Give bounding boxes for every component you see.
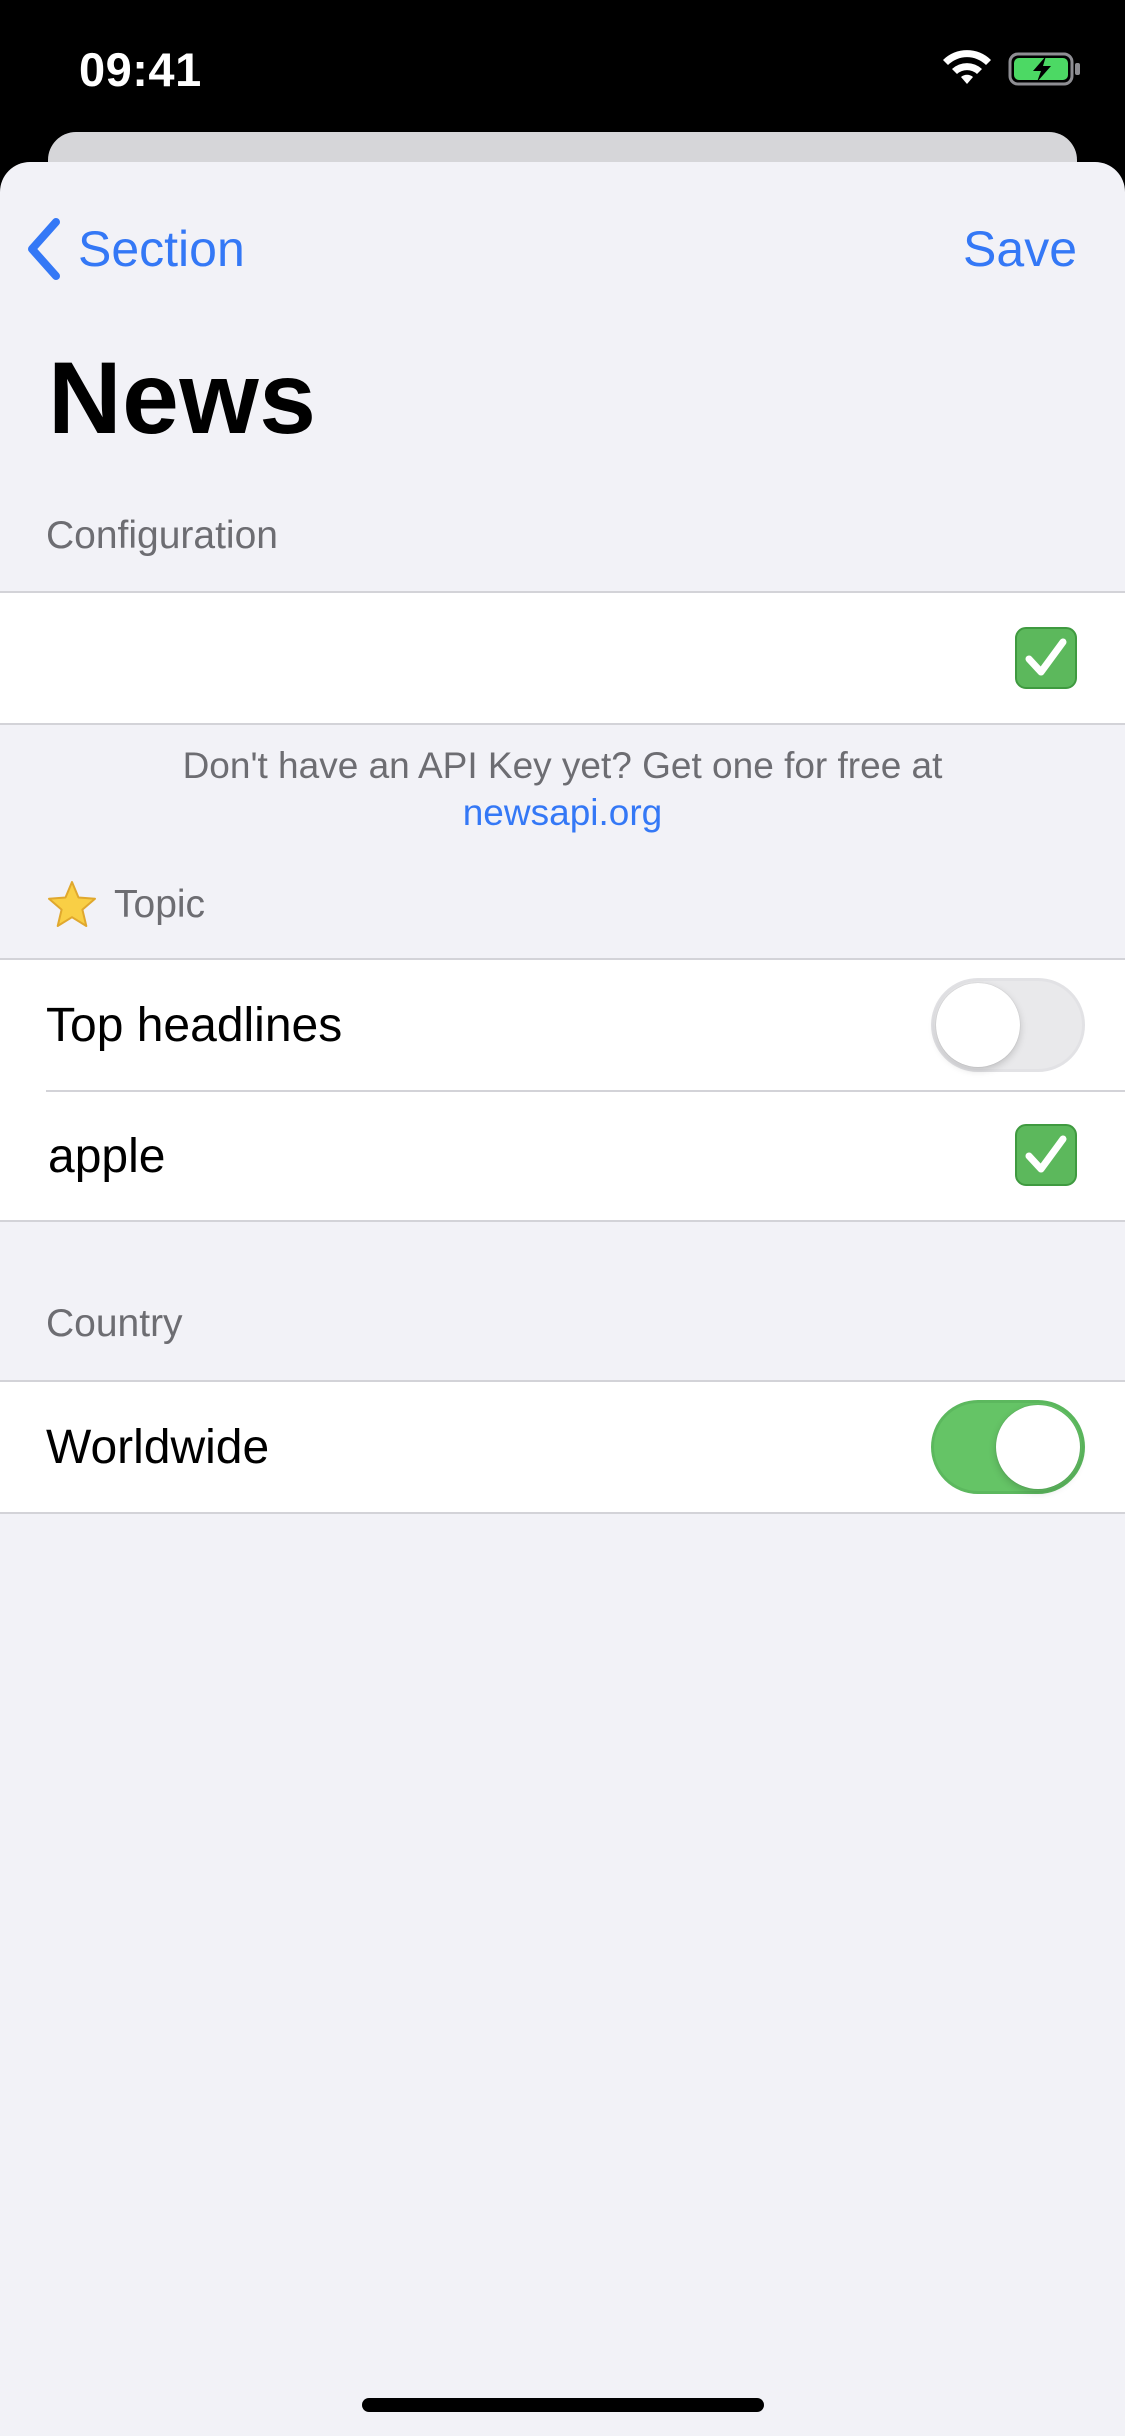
battery-charging-icon — [1008, 52, 1080, 86]
chevron-left-icon — [28, 218, 60, 280]
save-button[interactable]: Save — [963, 214, 1077, 284]
screen: 09:41 Section Save News Configuration Do… — [0, 0, 1125, 2436]
back-button[interactable]: Section — [24, 214, 245, 284]
newsapi-link[interactable]: newsapi.org — [0, 789, 1125, 836]
check-mark-icon — [1015, 1124, 1077, 1186]
section-header-label: Country — [46, 1302, 183, 1345]
toggle-knob — [996, 1405, 1080, 1489]
api-key-row — [0, 593, 1125, 723]
worldwide-label: Worldwide — [46, 1420, 270, 1474]
topic-group: Top headlines — [0, 958, 1125, 1222]
topic-query-row — [0, 1090, 1125, 1220]
home-indicator[interactable] — [362, 2398, 764, 2412]
section-header-topic: Topic — [46, 879, 205, 931]
star-icon — [48, 881, 96, 927]
settings-sheet: Section Save News Configuration Don't ha… — [0, 162, 1125, 2436]
page-title: News — [48, 341, 317, 455]
top-headlines-row: Top headlines — [0, 960, 1125, 1090]
back-button-label: Section — [78, 221, 245, 277]
section-header-country: Country — [46, 1302, 183, 1346]
worldwide-toggle[interactable] — [931, 1400, 1085, 1494]
wifi-icon — [943, 50, 991, 84]
top-headlines-toggle[interactable] — [931, 978, 1085, 1072]
section-header-configuration: Configuration — [46, 514, 278, 558]
topic-query-input[interactable] — [46, 1120, 985, 1192]
check-mark-icon — [1015, 627, 1077, 689]
worldwide-row: Worldwide — [0, 1382, 1125, 1512]
status-time: 09:41 — [79, 43, 202, 96]
section-header-label: Topic — [114, 883, 206, 926]
country-group: Worldwide — [0, 1380, 1125, 1514]
section-header-label: Configuration — [46, 514, 278, 557]
top-headlines-label: Top headlines — [46, 998, 343, 1052]
configuration-group — [0, 591, 1125, 725]
api-key-footer-text: Don't have an API Key yet? Get one for f… — [182, 745, 943, 786]
api-key-input[interactable] — [46, 623, 985, 695]
toggle-knob — [936, 983, 1020, 1067]
api-key-footer: Don't have an API Key yet? Get one for f… — [0, 742, 1125, 836]
